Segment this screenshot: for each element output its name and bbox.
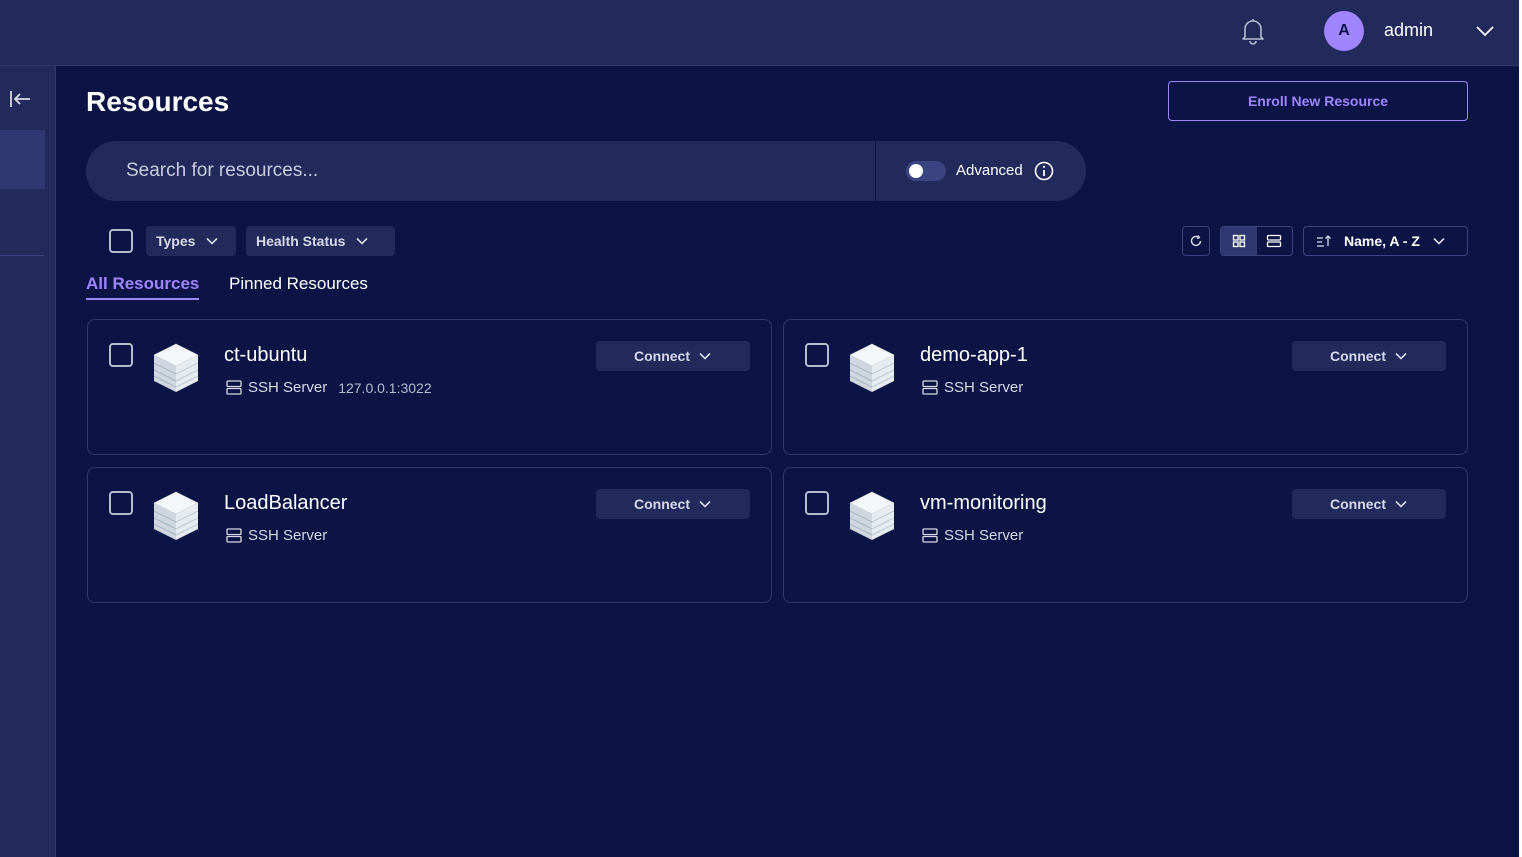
health-status-filter-label: Health Status (256, 233, 346, 249)
resource-name: LoadBalancer (224, 492, 348, 514)
resource-meta: SSH Server (226, 527, 327, 544)
server-stack-icon (153, 491, 199, 541)
resource-card[interactable]: LoadBalancer SSH Server Connect (87, 467, 772, 603)
info-icon[interactable] (1033, 160, 1055, 182)
advanced-label: Advanced (956, 162, 1023, 179)
resource-kind: SSH Server (944, 527, 1024, 544)
view-mode-toggle (1220, 226, 1293, 256)
bell-icon[interactable] (1239, 16, 1267, 46)
resource-name: ct-ubuntu (224, 344, 308, 366)
server-stack-icon (849, 491, 895, 541)
resource-card[interactable]: demo-app-1 SSH Server Connect (783, 319, 1468, 455)
sidebar-item-resources[interactable] (0, 130, 45, 189)
server-icon (226, 528, 242, 543)
connect-label: Connect (634, 496, 690, 512)
types-filter-button[interactable]: Types (146, 226, 236, 256)
select-all-checkbox[interactable] (109, 229, 133, 253)
connect-button[interactable]: Connect (1292, 489, 1446, 519)
search-input[interactable] (86, 141, 875, 201)
sort-label: Name, A - Z (1344, 233, 1420, 249)
resource-checkbox[interactable] (109, 343, 133, 367)
page-title: Resources (86, 86, 230, 117)
username[interactable]: admin (1384, 20, 1433, 41)
resource-checkbox[interactable] (805, 343, 829, 367)
refresh-button[interactable] (1182, 226, 1210, 256)
resource-kind: SSH Server (248, 379, 328, 396)
resource-address: 127.0.0.1:3022 (338, 379, 432, 396)
resource-meta: SSH Server 127.0.0.1:3022 (226, 379, 432, 396)
chevron-down-icon (1395, 352, 1407, 360)
list-view-icon (1267, 234, 1282, 248)
connect-label: Connect (1330, 348, 1386, 364)
connect-button[interactable]: Connect (1292, 341, 1446, 371)
server-stack-icon (849, 343, 895, 393)
resource-name: vm-monitoring (920, 492, 1047, 514)
resource-checkbox[interactable] (805, 491, 829, 515)
resource-card[interactable]: ct-ubuntu SSH Server 127.0.0.1:3022 Conn… (87, 319, 772, 455)
chevron-down-icon (206, 237, 219, 245)
chevron-down-icon (699, 352, 711, 360)
sort-ascending-icon (1317, 235, 1331, 247)
server-icon (922, 528, 938, 543)
server-icon (226, 380, 242, 395)
server-stack-icon (153, 343, 199, 393)
resource-card[interactable]: vm-monitoring SSH Server Connect (783, 467, 1468, 603)
chevron-down-icon[interactable] (1474, 21, 1496, 41)
resource-meta: SSH Server (922, 527, 1023, 544)
server-icon (922, 380, 938, 395)
list-view-button[interactable] (1257, 227, 1293, 255)
resource-checkbox[interactable] (109, 491, 133, 515)
connect-label: Connect (634, 348, 690, 364)
chevron-down-icon (356, 237, 369, 245)
chevron-down-icon (1395, 500, 1407, 508)
chevron-down-icon (699, 500, 711, 508)
toggle-knob (909, 164, 923, 178)
sidebar-divider (0, 255, 44, 256)
sort-button[interactable]: Name, A - Z (1303, 226, 1468, 256)
search-divider (875, 141, 876, 201)
resource-meta: SSH Server (922, 379, 1023, 396)
grid-view-button[interactable] (1221, 227, 1257, 255)
health-status-filter-button[interactable]: Health Status (246, 226, 395, 256)
grid-view-icon (1232, 234, 1245, 248)
collapse-sidebar-icon[interactable] (8, 88, 32, 110)
tab-all-resources[interactable]: All Resources (86, 274, 200, 300)
avatar[interactable]: A (1324, 11, 1364, 51)
resource-kind: SSH Server (248, 527, 328, 544)
enroll-new-resource-button[interactable]: Enroll New Resource (1168, 81, 1468, 121)
sidebar (0, 66, 56, 857)
refresh-icon (1190, 235, 1202, 247)
top-bar: A admin (0, 0, 1519, 66)
chevron-down-icon (1433, 237, 1445, 245)
resource-kind: SSH Server (944, 379, 1024, 396)
search-bar: Advanced (86, 141, 1086, 201)
tab-pinned-resources[interactable]: Pinned Resources (229, 274, 368, 298)
connect-label: Connect (1330, 496, 1386, 512)
connect-button[interactable]: Connect (596, 489, 750, 519)
connect-button[interactable]: Connect (596, 341, 750, 371)
advanced-toggle[interactable] (906, 161, 946, 181)
types-filter-label: Types (156, 233, 196, 249)
resource-name: demo-app-1 (920, 344, 1028, 366)
